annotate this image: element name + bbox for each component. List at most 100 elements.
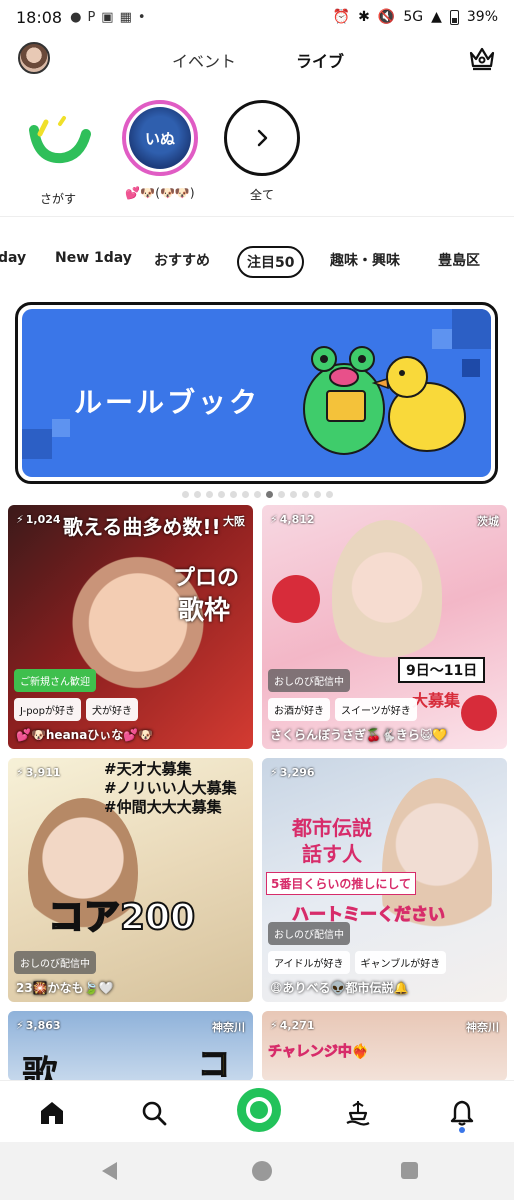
overlay-caption: 歌える曲多め数!! <box>63 515 221 539</box>
back-icon[interactable] <box>102 1162 117 1180</box>
viewer-count: ⚡ 1,024 <box>16 513 61 526</box>
system-nav-bar <box>0 1142 514 1200</box>
overlay-caption: #仲間大大大募集 <box>104 798 222 816</box>
overlay-caption: 5番目くらいの推しにして <box>266 872 416 895</box>
overlay-caption: #天才大募集 <box>104 760 192 778</box>
battery-label: 39% <box>466 9 498 25</box>
live-card[interactable]: ⚡ 3,911 #天才大募集 #ノリいい人大募集 #仲間大大大募集 コア200 お… <box>8 758 253 1002</box>
more-notifications-icon: • <box>137 9 146 25</box>
tab-hobbies[interactable]: 趣味・興味 <box>330 250 400 270</box>
story-label: 全て <box>249 188 274 202</box>
story-label: 💕🐶(🐶🐶) <box>125 186 195 200</box>
home-button-icon[interactable] <box>252 1161 272 1181</box>
tag-list: おしのび配信中 アイドルが好き ギャンブルが好き <box>268 922 447 974</box>
bell-icon <box>450 1100 474 1126</box>
carousel-dot <box>217 491 225 498</box>
crown-icon[interactable] <box>466 42 498 74</box>
mute-icon: 🔇 <box>377 9 396 25</box>
live-card[interactable]: ⚡ 1,024 大阪 歌える曲多め数!! プロの 歌枠 ご新規さん歓迎 J-pop… <box>8 505 253 749</box>
tab-event[interactable]: イベント <box>172 48 236 72</box>
live-card[interactable]: ⚡ 4,812 茨城 9日〜11日 大募集 おしのび配信中 お酒が好き スイーツが… <box>262 505 507 749</box>
bluetooth-icon: ✱ <box>358 9 370 25</box>
carousel-dot <box>241 491 249 498</box>
carousel-dot <box>277 491 285 498</box>
tab-recommended[interactable]: おすすめ <box>154 250 210 270</box>
bolt-icon: ⚡ <box>16 513 24 526</box>
live-card[interactable]: ⚡ 3,863 神奈川 歌 コ <box>8 1011 253 1081</box>
tab-new-1day[interactable]: New 1day <box>55 250 132 266</box>
go-live-button[interactable] <box>237 1088 281 1132</box>
carousel-dot <box>253 491 261 498</box>
status-badge: ご新規さん歓迎 <box>14 669 96 692</box>
carousel-dot <box>193 491 201 498</box>
story-all[interactable]: 全て <box>222 100 302 203</box>
interest-tag: スイーツが好き <box>335 698 417 721</box>
streamer-name: 23🎇かなも🍃🤍 <box>16 981 114 995</box>
recent-apps-icon[interactable] <box>401 1162 418 1179</box>
rulebook-banner[interactable]: ルールブック <box>15 302 498 484</box>
overlay-caption: コ <box>197 1044 231 1081</box>
avatar[interactable] <box>18 42 50 74</box>
region-label: 神奈川 <box>466 1021 499 1034</box>
network-label: 5G <box>403 9 424 25</box>
overlay-caption: 都市伝説 <box>292 816 372 840</box>
viewer-count: ⚡ 4,812 <box>270 513 315 526</box>
divider <box>0 216 514 217</box>
status-bar: 18:08 ● P ▣ ▦ • ⏰ ✱ 🔇 5G ▲ 39% <box>0 0 514 34</box>
streamer-name: 😩ありべる👽都市伝説🔔 <box>270 981 409 995</box>
facebook-icon: ● <box>70 9 82 25</box>
interest-tag: アイドルが好き <box>268 951 350 974</box>
interest-tag: ギャンブルが好き <box>354 951 447 974</box>
nav-search[interactable] <box>134 1093 174 1133</box>
viewer-count: ⚡ 3,296 <box>270 766 315 779</box>
app-header: イベント ライブ <box>0 36 514 80</box>
clipboard-icon: ▣ <box>101 9 114 25</box>
battery-icon <box>449 9 459 25</box>
tag-list: おしのび配信中 お酒が好き スイーツが好き <box>268 669 417 721</box>
search-icon <box>142 1101 167 1126</box>
interest-tag: 犬が好き <box>86 698 139 721</box>
tag-list: ご新規さん歓迎 J-popが好き 犬が好き <box>14 669 139 721</box>
bolt-icon: ⚡ <box>270 766 278 779</box>
overlay-caption: チャレンジ中❤️‍🔥 <box>268 1044 370 1061</box>
banner-title: ルールブック <box>74 386 261 419</box>
region-label: 大阪 <box>223 515 245 528</box>
carousel-dot <box>313 491 321 498</box>
live-card[interactable]: ⚡ 4,271 神奈川 チャレンジ中❤️‍🔥 <box>262 1011 507 1081</box>
category-tabs: day New 1day おすすめ 注目50 趣味・興味 豊島区 <box>0 244 514 278</box>
streamer-photo <box>332 520 442 670</box>
bottom-nav <box>0 1080 514 1142</box>
tab-day[interactable]: day <box>0 250 26 266</box>
tab-live[interactable]: ライブ <box>296 48 344 72</box>
overlay-caption: 歌枠 <box>178 596 231 626</box>
signal-icon: ▲ <box>431 9 442 25</box>
tag-list: おしのび配信中 <box>14 951 96 974</box>
viewer-count: ⚡ 3,863 <box>16 1019 61 1032</box>
story-thumbnail: いぬ <box>129 107 191 169</box>
carousel-dot <box>181 491 189 498</box>
story-user[interactable]: いぬ 💕🐶(🐶🐶) <box>118 100 202 200</box>
streamer-name: さくらんぼうさぎ🍒🐇きら😺💛 <box>270 728 448 742</box>
story-search[interactable]: さがす <box>18 100 98 207</box>
status-badge: おしのび配信中 <box>268 669 350 692</box>
notification-dot <box>459 1127 465 1133</box>
carousel-dot <box>229 491 237 498</box>
overlay-caption: #ノリいい人大募集 <box>104 779 237 797</box>
duck-character-icon <box>371 356 466 452</box>
carousel-indicator <box>0 491 514 498</box>
bolt-icon: ⚡ <box>270 1019 278 1032</box>
viewer-count: ⚡ 3,911 <box>16 766 61 779</box>
carousel-dot-active <box>265 491 273 498</box>
overlay-caption: 大募集 <box>412 691 461 710</box>
bolt-icon: ⚡ <box>16 766 24 779</box>
carousel-dot <box>289 491 297 498</box>
tab-trending-50[interactable]: 注目50 <box>237 246 305 278</box>
nav-events[interactable] <box>338 1093 378 1133</box>
interest-tag: お酒が好き <box>268 698 330 721</box>
package-icon: ▦ <box>119 9 132 25</box>
nav-home[interactable] <box>32 1093 72 1133</box>
cherry-decoration <box>461 695 497 731</box>
overlay-caption: 話す人 <box>302 842 362 866</box>
tab-toshima[interactable]: 豊島区 <box>438 250 480 270</box>
live-card[interactable]: ⚡ 3,296 都市伝説 話す人 5番目くらいの推しにして ハートミーください お… <box>262 758 507 1002</box>
